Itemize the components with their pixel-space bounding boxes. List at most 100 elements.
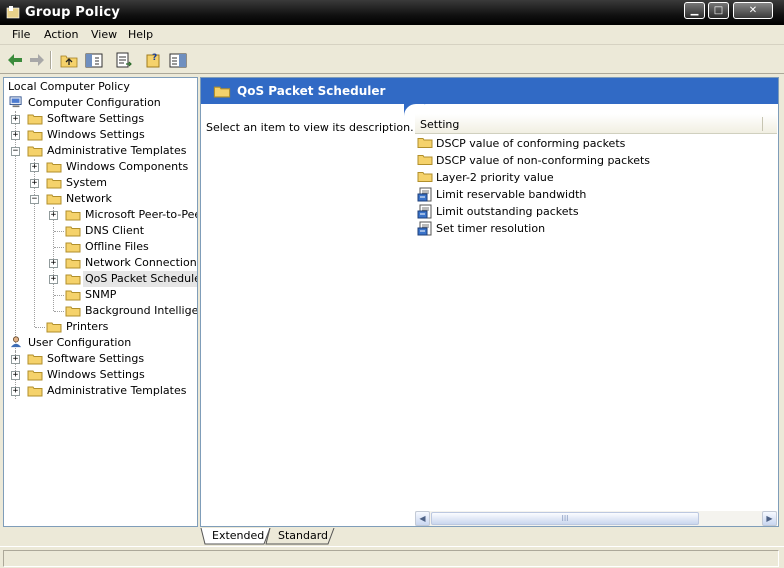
tree-dns-client[interactable]: DNS Client (4, 223, 194, 239)
tree-user-configuration[interactable]: User Configuration (8, 335, 197, 351)
svg-text:?: ? (152, 53, 157, 63)
toolbar-separator (50, 51, 52, 69)
folder-icon (27, 370, 43, 381)
expand-toggle[interactable]: + (49, 211, 58, 220)
tree-label: Windows Components (66, 160, 189, 173)
expand-toggle[interactable]: + (49, 275, 58, 284)
folder-open-icon (27, 146, 43, 157)
expand-toggle[interactable]: + (11, 131, 20, 140)
expand-toggle[interactable]: + (11, 115, 20, 124)
window-title: Group Policy (25, 5, 121, 20)
list-item-label: Set timer resolution (436, 222, 546, 235)
back-arrow-icon[interactable] (4, 50, 26, 70)
tree-printers[interactable]: Printers (4, 319, 194, 335)
tab-standard[interactable]: Standard (270, 528, 336, 544)
tree-label: SNMP (85, 288, 117, 301)
menu-action[interactable]: Action (44, 28, 78, 41)
maximize-button[interactable]: □ (708, 2, 729, 19)
tree-line (54, 295, 64, 296)
column-divider[interactable] (762, 117, 763, 131)
tree-network-connections[interactable]: + Network Connections (4, 255, 197, 271)
toolbar: ? (0, 46, 784, 74)
folder-icon (65, 306, 81, 317)
tree-uc-administrative-templates[interactable]: + Administrative Templates (4, 383, 194, 399)
tree-uc-windows-settings[interactable]: + Windows Settings (4, 367, 194, 383)
tree-label-selected: QoS Packet Scheduler (83, 271, 197, 287)
tree-label: Background Intelligent (85, 304, 198, 317)
properties-pane-icon[interactable] (167, 50, 189, 70)
help-icon[interactable]: ? (143, 50, 165, 70)
list-item-label: Limit outstanding packets (436, 205, 579, 218)
folder-open-icon (65, 274, 81, 285)
tree-cc-windows-settings[interactable]: + Windows Settings (4, 127, 194, 143)
tree-computer-configuration[interactable]: Computer Configuration (8, 95, 197, 111)
list-item-label: DSCP value of non-conforming packets (436, 154, 651, 167)
tree-background-intelligent[interactable]: Background Intelligent (4, 303, 198, 319)
menu-help[interactable]: Help (128, 28, 153, 41)
folder-icon (27, 354, 43, 365)
collapse-toggle[interactable]: − (11, 147, 20, 156)
tab-extended[interactable]: Extended (204, 528, 272, 544)
folder-icon (27, 130, 43, 141)
show-hide-tree-icon[interactable] (83, 50, 105, 70)
tree-cc-administrative-templates[interactable]: − Administrative Templates (4, 143, 194, 159)
scroll-right-button[interactable]: ▶ (762, 511, 777, 526)
menu-bar: File Action View Help (0, 25, 784, 45)
tree-cc-software-settings[interactable]: + Software Settings (4, 111, 194, 127)
expand-toggle[interactable]: + (30, 179, 39, 188)
tree-qos-packet-scheduler[interactable]: + QoS Packet Scheduler (4, 271, 197, 287)
tree-system[interactable]: + System (4, 175, 194, 191)
expand-toggle[interactable]: + (49, 259, 58, 268)
tree-label: Administrative Templates (47, 384, 187, 397)
list-item-label: Layer-2 priority value (436, 171, 554, 184)
group-policy-icon (6, 6, 20, 19)
policy-setting-icon (417, 204, 432, 219)
scroll-left-button[interactable]: ◀ (415, 511, 430, 526)
export-list-icon[interactable] (113, 50, 135, 70)
tree-line (54, 311, 64, 312)
tree-offline-files[interactable]: Offline Files (4, 239, 194, 255)
menu-file[interactable]: File (12, 28, 30, 41)
tree-pane[interactable]: Local Computer Policy Computer Configura… (3, 77, 198, 527)
menu-view[interactable]: View (91, 28, 117, 41)
tree-windows-components[interactable]: + Windows Components (4, 159, 194, 175)
expand-toggle[interactable]: + (11, 355, 20, 364)
folder-icon (46, 322, 62, 333)
collapse-toggle[interactable]: − (30, 195, 39, 204)
details-header: QoS Packet Scheduler (201, 78, 778, 104)
up-one-level-icon[interactable] (58, 50, 80, 70)
list-item-label: Limit reservable bandwidth (436, 188, 587, 201)
forward-arrow-icon[interactable] (26, 50, 48, 70)
folder-icon (65, 242, 81, 253)
column-header-setting[interactable]: Setting (415, 114, 777, 134)
tree-label: Offline Files (85, 240, 149, 253)
description-text: Select an item to view its description. (206, 121, 414, 134)
folder-icon (27, 114, 43, 125)
tree-microsoft-peer-to-peer[interactable]: + Microsoft Peer-to-Peer (4, 207, 197, 223)
tree-label: Network (66, 192, 112, 205)
details-horizontal-scrollbar[interactable]: ◀ III ▶ (415, 511, 777, 526)
close-button[interactable]: ✕ (733, 2, 773, 19)
expand-toggle[interactable]: + (11, 371, 20, 380)
status-pane (3, 550, 779, 567)
tree-label: User Configuration (28, 336, 132, 349)
tree-line (35, 327, 45, 328)
list-item-label: DSCP value of conforming packets (436, 137, 626, 150)
folder-icon (65, 258, 81, 269)
computer-icon (9, 96, 22, 108)
scroll-thumb[interactable]: III (431, 512, 699, 525)
details-pane: QoS Packet Scheduler Select an item to v… (200, 77, 779, 527)
expand-toggle[interactable]: + (11, 387, 20, 396)
user-icon (10, 336, 22, 348)
tree-label: Printers (66, 320, 109, 333)
minimize-button[interactable]: ▁ (684, 2, 705, 19)
status-bar (0, 546, 784, 568)
tree-uc-software-settings[interactable]: + Software Settings (4, 351, 194, 367)
expand-toggle[interactable]: + (30, 163, 39, 172)
tree-network[interactable]: − Network (4, 191, 194, 207)
details-title: QoS Packet Scheduler (237, 84, 386, 98)
tree-label: DNS Client (85, 224, 145, 237)
tree-label: Software Settings (47, 112, 145, 125)
folder-open-icon (46, 194, 62, 205)
tree-snmp[interactable]: SNMP (4, 287, 194, 303)
